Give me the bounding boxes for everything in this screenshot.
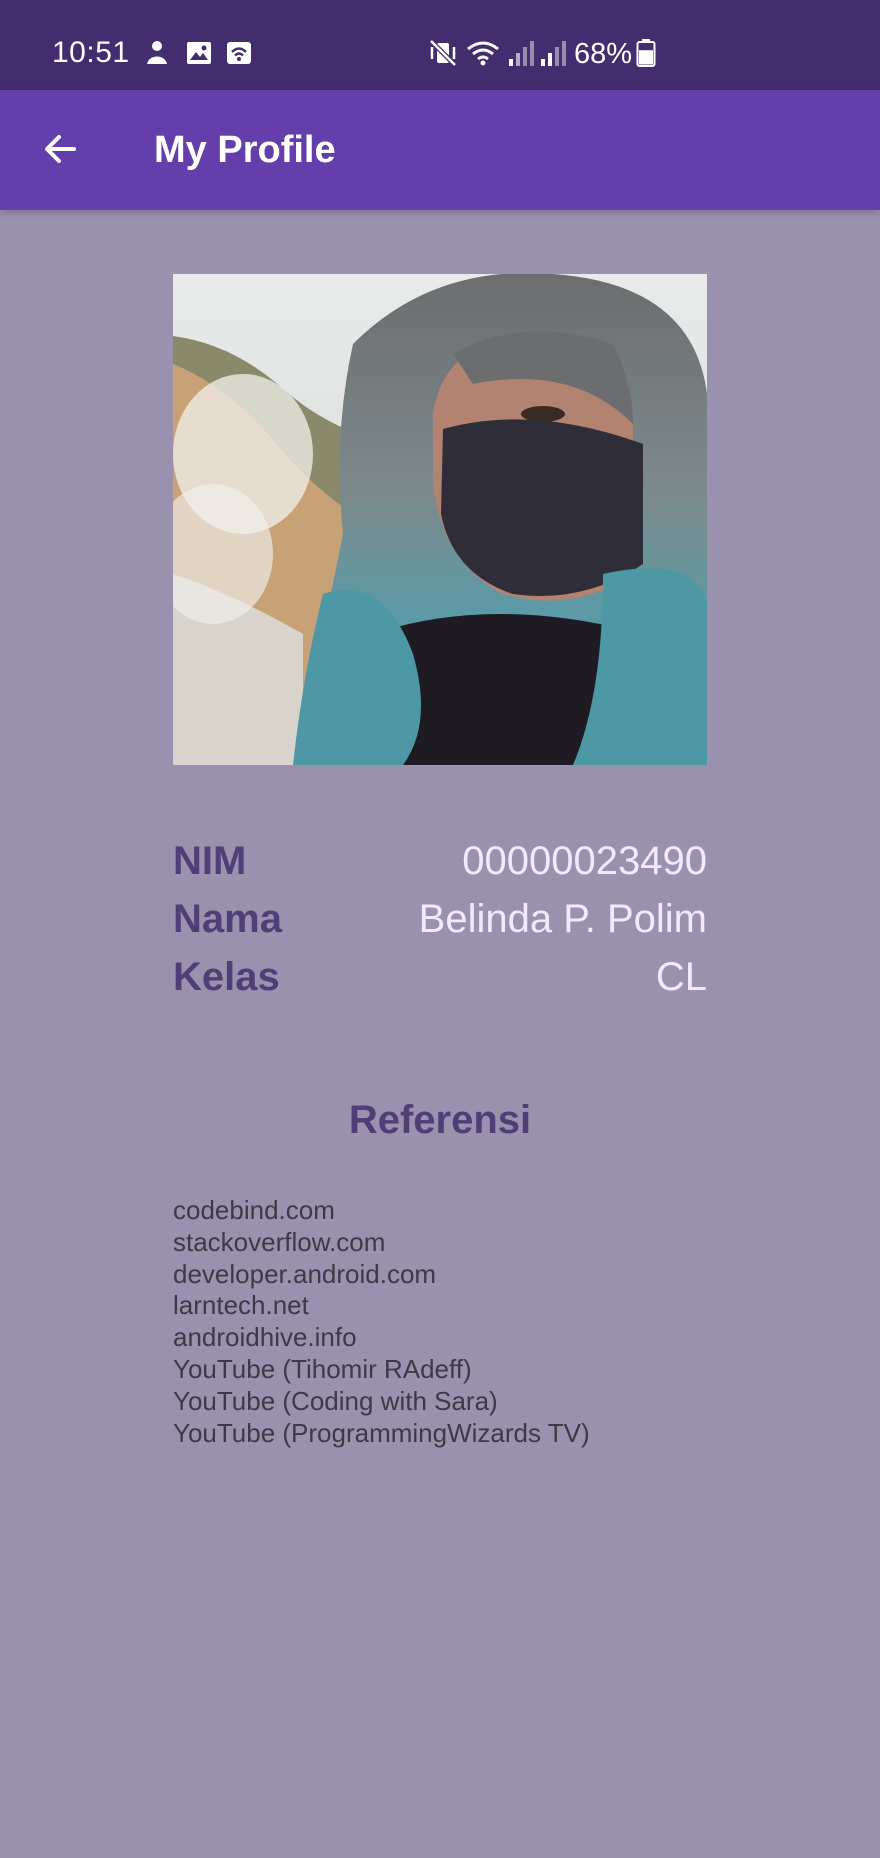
references-title: Referensi [348, 1098, 532, 1142]
kelas-label: Kelas [173, 955, 280, 999]
status-bar: 10:51 68% [0, 0, 880, 90]
kelas-value: CL [655, 955, 707, 999]
vibrate-mute-icon [429, 39, 457, 67]
battery-icon [636, 39, 656, 67]
nama-value: Belinda P. Polim [418, 897, 707, 941]
reference-item: codebind.com [173, 1195, 335, 1225]
back-button[interactable] [28, 117, 92, 181]
gallery-icon [187, 42, 211, 64]
arrow-back-icon [45, 135, 76, 163]
reference-item: YouTube (Tihomir RAdeff) [173, 1353, 472, 1384]
nama-label: Nama [173, 897, 282, 941]
page-title: My Profile [154, 129, 336, 171]
reference-item: YouTube (Coding with Sara) [173, 1385, 498, 1416]
signal-icon [509, 41, 534, 66]
wifi-calling-icon [227, 42, 251, 64]
reference-item: stackoverflow.com [173, 1226, 386, 1257]
battery-percentage: 68% [574, 38, 633, 70]
references-list: codebind.com stackoverflow.com developer… [173, 1195, 590, 1449]
nim-label: NIM [173, 839, 247, 883]
nim-value: 00000023490 [462, 839, 707, 883]
reference-item: larntech.net [173, 1290, 309, 1321]
signal-icon [541, 41, 566, 66]
app-bar: My Profile [0, 90, 880, 210]
status-time: 10:51 [52, 36, 130, 69]
notification-icon [147, 41, 167, 64]
reference-item: developer.android.com [173, 1258, 437, 1289]
reference-item: YouTube (ProgrammingWizards TV) [173, 1417, 590, 1448]
wifi-icon [467, 41, 499, 66]
profile-photo [173, 274, 707, 765]
reference-item: androidhive.info [173, 1322, 357, 1353]
